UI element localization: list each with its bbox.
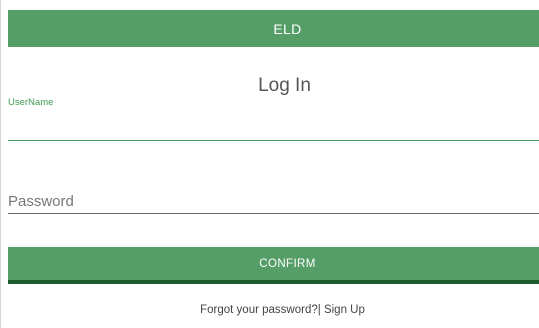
app-bar: ELD (8, 10, 539, 47)
link-separator: | (317, 304, 321, 316)
window-edge (0, 0, 1, 328)
footer-links: Forgot your password?| Sign Up (8, 304, 539, 316)
app-title: ELD (273, 20, 302, 37)
username-label: UserName (8, 97, 54, 108)
page-title: Log In (8, 75, 539, 97)
login-screen: ELD Log In UserName CONFIRM Forgot your … (0, 0, 539, 328)
username-field[interactable] (8, 110, 539, 141)
confirm-button[interactable]: CONFIRM (8, 247, 539, 284)
page-title-text: Log In (258, 75, 311, 96)
password-field[interactable] (8, 190, 539, 214)
forgot-password-link[interactable]: Forgot your password? (200, 304, 318, 316)
sign-up-link[interactable]: Sign Up (324, 304, 365, 316)
confirm-button-label: CONFIRM (259, 257, 316, 270)
footer-links-inner: Forgot your password?| Sign Up (200, 304, 365, 316)
